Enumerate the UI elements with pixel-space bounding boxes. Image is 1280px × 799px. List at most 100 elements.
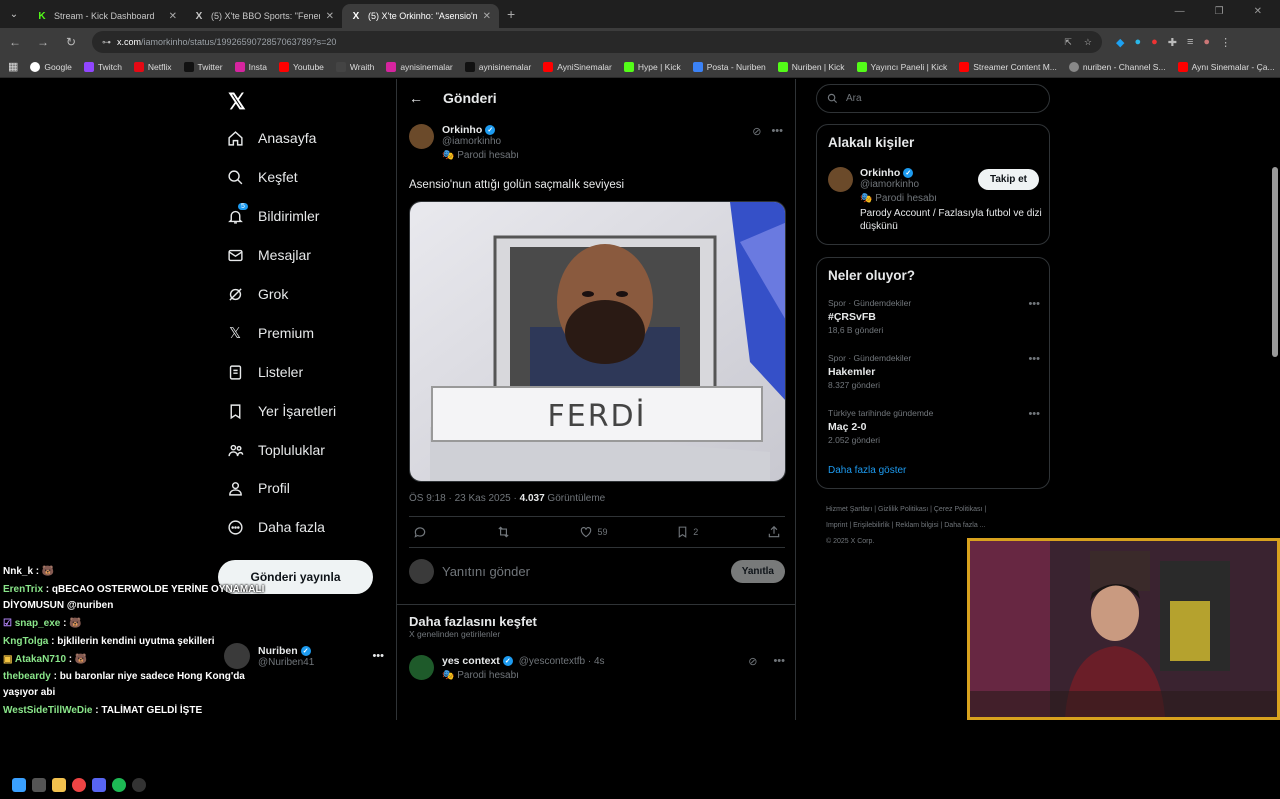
share-button[interactable] [767,525,781,539]
sidebar-item-communities[interactable]: Topluluklar [226,441,325,459]
star-icon[interactable]: ☆ [1084,37,1092,48]
extension-icon[interactable]: ◆ [1116,36,1124,49]
more-icon[interactable]: ••• [1028,298,1040,310]
bookmark[interactable]: Youtube [279,61,324,72]
bookmark-label: Netflix [147,61,172,72]
sidebar-item-messages[interactable]: Mesajlar [226,246,311,264]
avatar[interactable] [409,124,434,149]
sidebar-item-bookmarks[interactable]: Yer İşaretleri [226,402,336,420]
search-icon [827,93,838,104]
reply-button[interactable] [413,525,427,539]
reply-input[interactable]: Yanıtını gönder [442,564,723,579]
grok-icon[interactable]: ⊘ [748,655,757,681]
reload-icon[interactable]: ↻ [64,35,78,49]
back-arrow-icon[interactable]: ← [409,90,423,106]
author-handle[interactable]: @iamorkinho [442,136,519,147]
follow-button[interactable]: Takip et [977,169,1039,190]
close-window-icon[interactable]: ✕ [1254,6,1262,17]
url-field[interactable]: ⊶ x.com/iamorkinho/status/19926590728570… [92,31,1102,53]
search-input[interactable]: Ara [816,84,1050,113]
restore-icon[interactable]: ❐ [1215,6,1224,17]
bookmark[interactable]: Aynı Sinemalar - Ça... [1177,61,1275,72]
sidebar-item-notifications[interactable]: 5 Bildirimler [226,203,319,225]
more-icon[interactable]: ••• [1028,353,1040,365]
sidebar-item-lists[interactable]: Listeler [226,363,303,381]
more-icon[interactable]: ••• [372,650,384,662]
search-icon[interactable] [32,778,46,792]
kebab-menu-icon[interactable]: ⋮ [1220,36,1231,49]
close-icon[interactable]: ✕ [483,11,491,22]
tab-search-button[interactable]: ⌄ [0,0,28,28]
trend-item[interactable]: Spor · Gündemdekiler Hakemler 8.327 gönd… [828,353,1040,390]
footer-line[interactable]: Imprint | Erişilebilirlik | Reklam bilgi… [826,518,1046,534]
site-info-icon[interactable]: ⊶ [102,37,111,48]
folder-icon[interactable] [52,778,66,792]
obs-icon[interactable] [132,778,146,792]
bookmark[interactable]: Wraith [335,61,374,72]
sidebar-item-profile[interactable]: Profil [226,479,290,497]
sidebar-item-explore[interactable]: Keşfet [226,168,298,186]
forward-arrow-icon[interactable]: → [36,35,50,49]
sidebar-item-home[interactable]: Anasayfa [226,129,316,147]
extension-icon[interactable]: ● [1134,36,1141,49]
discover-post[interactable]: yes context ✓ @yescontextfb · 4s 🎭 Parodi … [409,655,785,681]
windows-start-icon[interactable] [12,778,26,792]
show-more-link[interactable]: Daha fazla göster [828,465,906,476]
puzzle-icon[interactable]: ✚ [1168,36,1177,49]
tweet-time[interactable]: ÖS 9:18 · 23 Kas 2025 · [409,493,520,504]
author-name[interactable]: Orkinho [442,124,482,136]
profile-avatar[interactable]: ● [1203,36,1210,49]
chat-message: Nnk_k : 🐻 [3,566,55,577]
bookmark[interactable]: Insta [234,61,267,72]
sidebar-item-more[interactable]: Daha fazla [226,518,325,536]
sidebar-item-premium[interactable]: 𝕏 Premium [226,324,314,342]
install-app-icon[interactable]: ⇱ [1064,37,1072,48]
avatar[interactable] [409,655,434,680]
close-icon[interactable]: ✕ [169,11,177,22]
back-arrow-icon[interactable]: ← [8,35,22,49]
browser-tab[interactable]: X (5) X'te BBO Sports: "Fener her ✕ [185,4,342,28]
bookmark[interactable]: AyniSinemalar [543,61,612,72]
bookmark[interactable]: Streamer Content M... [959,61,1057,72]
minimize-icon[interactable]: — [1175,6,1185,17]
repost-button[interactable] [496,525,511,539]
browser-tab-active[interactable]: X (5) X'te Orkinho: "Asensio'nun a ✕ [342,4,499,28]
discord-icon[interactable] [92,778,106,792]
bookmark[interactable]: Yayıncı Paneli | Kick [856,61,947,72]
tweet-image[interactable]: FERDİ [409,201,786,482]
more-icon[interactable]: ••• [771,125,783,138]
bookmark[interactable]: Nuriben | Kick [777,61,845,72]
reply-submit-button[interactable]: Yanıtla [730,560,785,583]
bookmark[interactable]: Twitch [83,61,122,72]
bookmark[interactable]: Netflix [133,61,172,72]
bookmark[interactable]: aynisinemalar [464,61,531,72]
author-name[interactable]: yes context [442,655,500,667]
grok-icon[interactable]: ⊘ [752,125,761,138]
more-icon[interactable]: ••• [1028,408,1040,420]
browser-tab[interactable]: K Stream - Kick Dashboard ✕ [28,4,185,28]
sidebar-item-grok[interactable]: Grok [226,285,288,303]
media-icon[interactable]: ≡ [1187,36,1193,49]
like-button[interactable]: 59 [579,525,607,539]
apps-grid-icon[interactable]: ▦ [8,60,18,73]
bookmark[interactable]: aynisinemalar [386,61,453,72]
chrome-icon[interactable] [72,778,86,792]
extension-icon[interactable]: ● [1151,36,1158,49]
more-icon[interactable]: ••• [773,655,785,681]
account-switcher[interactable]: Nuriben ✓ @Nuriben41 ••• [224,643,384,669]
trend-item[interactable]: Türkiye tarihinde gündemde Maç 2-0 2.052… [828,408,1040,445]
bookmark[interactable]: Twitter [183,61,223,72]
new-tab-button[interactable]: + [507,6,515,22]
bookmark[interactable]: Google [30,61,72,72]
footer-line[interactable]: Hizmet Şartları | Gizlilik Politikası | … [826,502,1046,518]
author-handle[interactable]: @yescontextfb · 4s [519,656,605,667]
bookmark[interactable]: Hype | Kick [623,61,681,72]
bookmark[interactable]: nuriben - Channel S... [1068,61,1166,72]
page-scrollbar[interactable] [1272,167,1278,357]
trend-item[interactable]: Spor · Gündemdekiler #ÇRSvFB 18,6 B gönd… [828,298,1040,335]
bookmark-button[interactable]: 2 [676,525,698,539]
spotify-icon[interactable] [112,778,126,792]
close-icon[interactable]: ✕ [326,11,334,22]
bookmark[interactable]: Posta - Nuriben [692,61,766,72]
x-logo-icon[interactable]: 𝕏 [228,89,246,115]
